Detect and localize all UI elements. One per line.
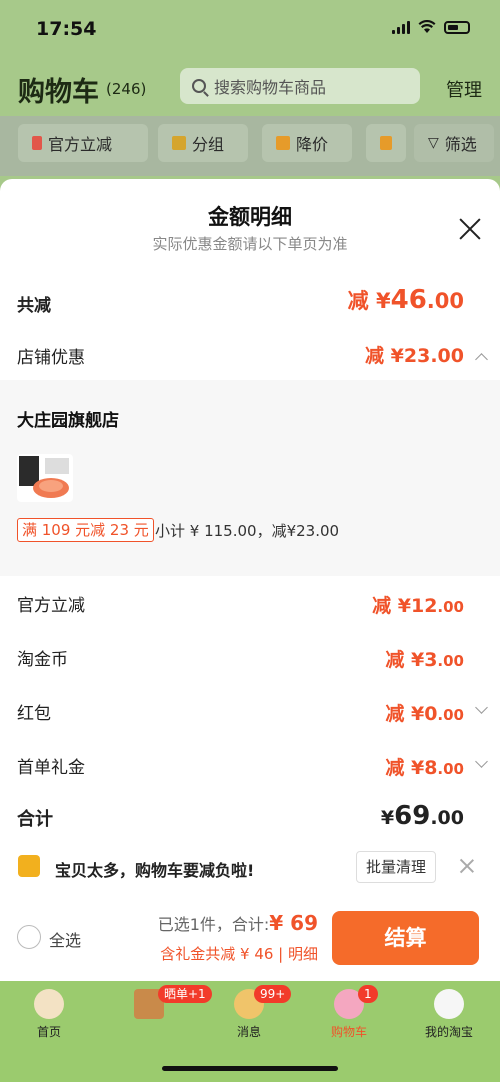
battery-icon: [444, 20, 470, 34]
filter-official-discount[interactable]: 官方立减: [18, 124, 148, 162]
cart-count: (246): [106, 80, 147, 98]
official-discount-row: 官方立减 减 ¥12.00: [0, 585, 500, 621]
profile-icon: [434, 989, 464, 1019]
batch-clear-button[interactable]: 批量清理: [356, 851, 436, 883]
shop-subtotal: 小计 ¥ 115.00，减¥23.00: [155, 522, 340, 540]
search-placeholder: 搜索购物车商品: [214, 78, 327, 97]
lightning-icon: [32, 136, 42, 150]
status-icons: [392, 20, 470, 34]
total-reduce-amount: 减 ¥46.00: [347, 285, 464, 315]
filter-label: 筛选: [444, 135, 477, 154]
chevron-down-icon: [475, 755, 488, 768]
taojinbi-label: 淘金币: [17, 650, 68, 670]
manage-button[interactable]: 管理: [446, 76, 482, 102]
store-discount-amount: 减 ¥23.00: [365, 345, 464, 367]
tab-cart[interactable]: 购物车: [304, 989, 394, 1041]
total-reduce-row: 共减 减 ¥46.00: [0, 285, 500, 321]
taojinbi-amount: 减 ¥3.00: [385, 649, 464, 671]
amount-detail-sheet: 金额明细 实际优惠金额请以下单页为准 共减 减 ¥46.00 店铺优惠 减 ¥2…: [0, 179, 500, 981]
folder-icon: [172, 136, 186, 150]
promo-tag: 满 109 元减 23 元: [17, 518, 154, 542]
filter-cart[interactable]: [366, 124, 406, 162]
official-discount-amount: 减 ¥12.00: [372, 595, 464, 617]
red-packet-amount: 减 ¥0.00: [385, 703, 464, 725]
gift-detail-link[interactable]: 含礼金共减 ¥ 46 | 明细: [160, 943, 318, 964]
official-discount-label: 官方立减: [17, 596, 85, 616]
filter-screen[interactable]: ▽ 筛选: [414, 124, 494, 162]
chevron-up-icon: [475, 353, 488, 366]
total-reduce-label: 共减: [17, 296, 51, 316]
notice-icon: [18, 855, 40, 877]
red-packet-row[interactable]: 红包 减 ¥0.00: [0, 693, 500, 729]
first-order-gift-row[interactable]: 首单礼金 减 ¥8.00: [0, 747, 500, 783]
checkout-button[interactable]: 结算: [332, 911, 479, 965]
total-row: 合计 ¥69.00: [0, 799, 500, 835]
arrow-down-icon: [276, 136, 290, 150]
filter-label: 降价: [296, 135, 329, 154]
total-amount: ¥69.00: [380, 801, 464, 831]
tab-label: 消息: [236, 1025, 261, 1039]
search-icon: [192, 79, 206, 93]
tab-my-taobao[interactable]: 我的淘宝: [404, 989, 494, 1041]
sheet-subtitle: 实际优惠金额请以下单页为准: [152, 235, 348, 253]
cart-badge: 1: [358, 985, 378, 1003]
shop-section: 大庄园旗舰店 满 109 元减 23 元 小计 ¥ 115.00，减¥23.00: [0, 380, 500, 576]
tab-home[interactable]: 首页: [4, 989, 94, 1041]
select-all-label[interactable]: 全选: [49, 927, 81, 951]
checkout-bar: 全选 已选1件，合计:¥ 69 含礼金共减 ¥ 46 | 明细 结算: [0, 899, 500, 981]
select-all-radio[interactable]: [17, 925, 41, 949]
funnel-icon: ▽: [428, 135, 439, 151]
sheet-title: 金额明细: [208, 205, 292, 229]
filter-price-drop[interactable]: 降价: [262, 124, 352, 162]
status-bar: 17:54: [0, 0, 500, 56]
filter-group[interactable]: 分组: [158, 124, 248, 162]
filter-bar: 官方立减 分组 降价 ▽ 筛选: [0, 116, 500, 176]
home-indicator: [162, 1066, 338, 1071]
filter-label: 官方立减: [48, 135, 113, 154]
product-thumbnail: [17, 454, 73, 502]
tab-label: 购物车: [330, 1025, 367, 1039]
messages-badge: 99+: [254, 985, 292, 1003]
notice-bar: 宝贝太多，购物车要减负啦! 批量清理: [0, 843, 500, 891]
first-order-gift-label: 首单礼金: [17, 758, 85, 778]
search-input[interactable]: 搜索购物车商品: [180, 68, 420, 104]
status-time: 17:54: [36, 18, 97, 40]
first-order-gift-amount: 减 ¥8.00: [385, 757, 464, 779]
signal-icon: [392, 20, 410, 34]
red-packet-label: 红包: [17, 704, 51, 724]
store-discount-label: 店铺优惠: [17, 348, 85, 368]
cart-icon: [380, 136, 392, 150]
total-value: ¥ 69: [269, 911, 318, 935]
chevron-down-icon: [475, 701, 488, 714]
taojinbi-row: 淘金币 减 ¥3.00: [0, 639, 500, 675]
filter-label: 分组: [192, 135, 225, 154]
page-title: 购物车: [18, 77, 99, 108]
close-icon[interactable]: [460, 859, 474, 873]
notice-text: 宝贝太多，购物车要减负啦!: [55, 861, 255, 880]
tab-label: 首页: [36, 1025, 61, 1039]
shop-name: 大庄园旗舰店: [17, 411, 119, 431]
wifi-icon: [418, 20, 436, 33]
total-label: 合计: [17, 809, 53, 830]
cart-header: 购物车 (246) 搜索购物车商品 管理: [0, 62, 500, 112]
tab-label: 我的淘宝: [424, 1025, 473, 1039]
selected-summary: 已选1件，合计:¥ 69: [157, 911, 318, 935]
close-icon[interactable]: [458, 217, 482, 241]
store-discount-row[interactable]: 店铺优惠 减 ¥23.00: [0, 339, 500, 375]
home-icon: [34, 989, 64, 1019]
